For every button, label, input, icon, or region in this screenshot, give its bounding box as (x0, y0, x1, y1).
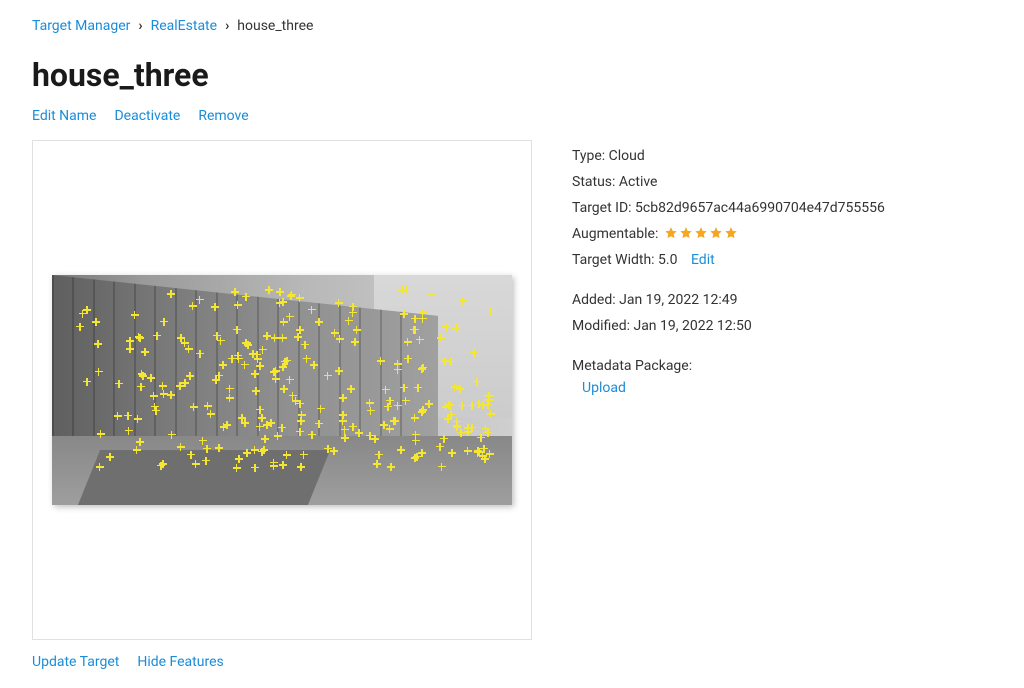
breadcrumb-root[interactable]: Target Manager (32, 18, 130, 34)
added-label: Added: (572, 292, 616, 308)
status-value: Active (619, 174, 658, 190)
target-width-value: 5.0 (658, 252, 677, 268)
star-icon (664, 226, 678, 240)
star-icon (679, 226, 693, 240)
target-image-panel (32, 140, 532, 640)
edit-width-link[interactable]: Edit (691, 252, 715, 268)
metadata-label: Metadata Package: (572, 358, 692, 374)
hide-features-link[interactable]: Hide Features (137, 654, 223, 670)
target-id-value: 5cb82d9657ac44a6990704e47d755556 (635, 200, 885, 216)
status-label: Status: (572, 174, 615, 190)
target-actions: Edit Name Deactivate Remove (32, 108, 992, 124)
star-icon (694, 226, 708, 240)
modified-value: Jan 19, 2022 12:50 (633, 318, 751, 334)
added-value: Jan 19, 2022 12:49 (619, 292, 737, 308)
page-title: house_three (32, 56, 992, 94)
breadcrumb: Target Manager › RealEstate › house_thre… (32, 18, 992, 34)
update-target-link[interactable]: Update Target (32, 654, 119, 670)
target-id-label: Target ID: (572, 200, 632, 216)
augmentable-rating (664, 226, 738, 240)
breadcrumb-current: house_three (237, 18, 313, 34)
remove-link[interactable]: Remove (198, 108, 248, 124)
image-actions: Update Target Hide Features (32, 654, 532, 670)
target-metadata: Type: Cloud Status: Active Target ID: 5c… (572, 140, 992, 406)
star-icon (724, 226, 738, 240)
modified-label: Modified: (572, 318, 630, 334)
breadcrumb-database[interactable]: RealEstate (151, 18, 217, 34)
deactivate-link[interactable]: Deactivate (114, 108, 180, 124)
edit-name-link[interactable]: Edit Name (32, 108, 96, 124)
chevron-right-icon: › (225, 18, 229, 34)
target-image (52, 275, 512, 505)
chevron-right-icon: › (138, 18, 142, 34)
type-label: Type: (572, 148, 605, 164)
upload-link[interactable]: Upload (582, 380, 626, 396)
type-value: Cloud (609, 148, 645, 164)
augmentable-label: Augmentable: (572, 226, 658, 242)
star-icon (709, 226, 723, 240)
target-width-label: Target Width: (572, 252, 655, 268)
